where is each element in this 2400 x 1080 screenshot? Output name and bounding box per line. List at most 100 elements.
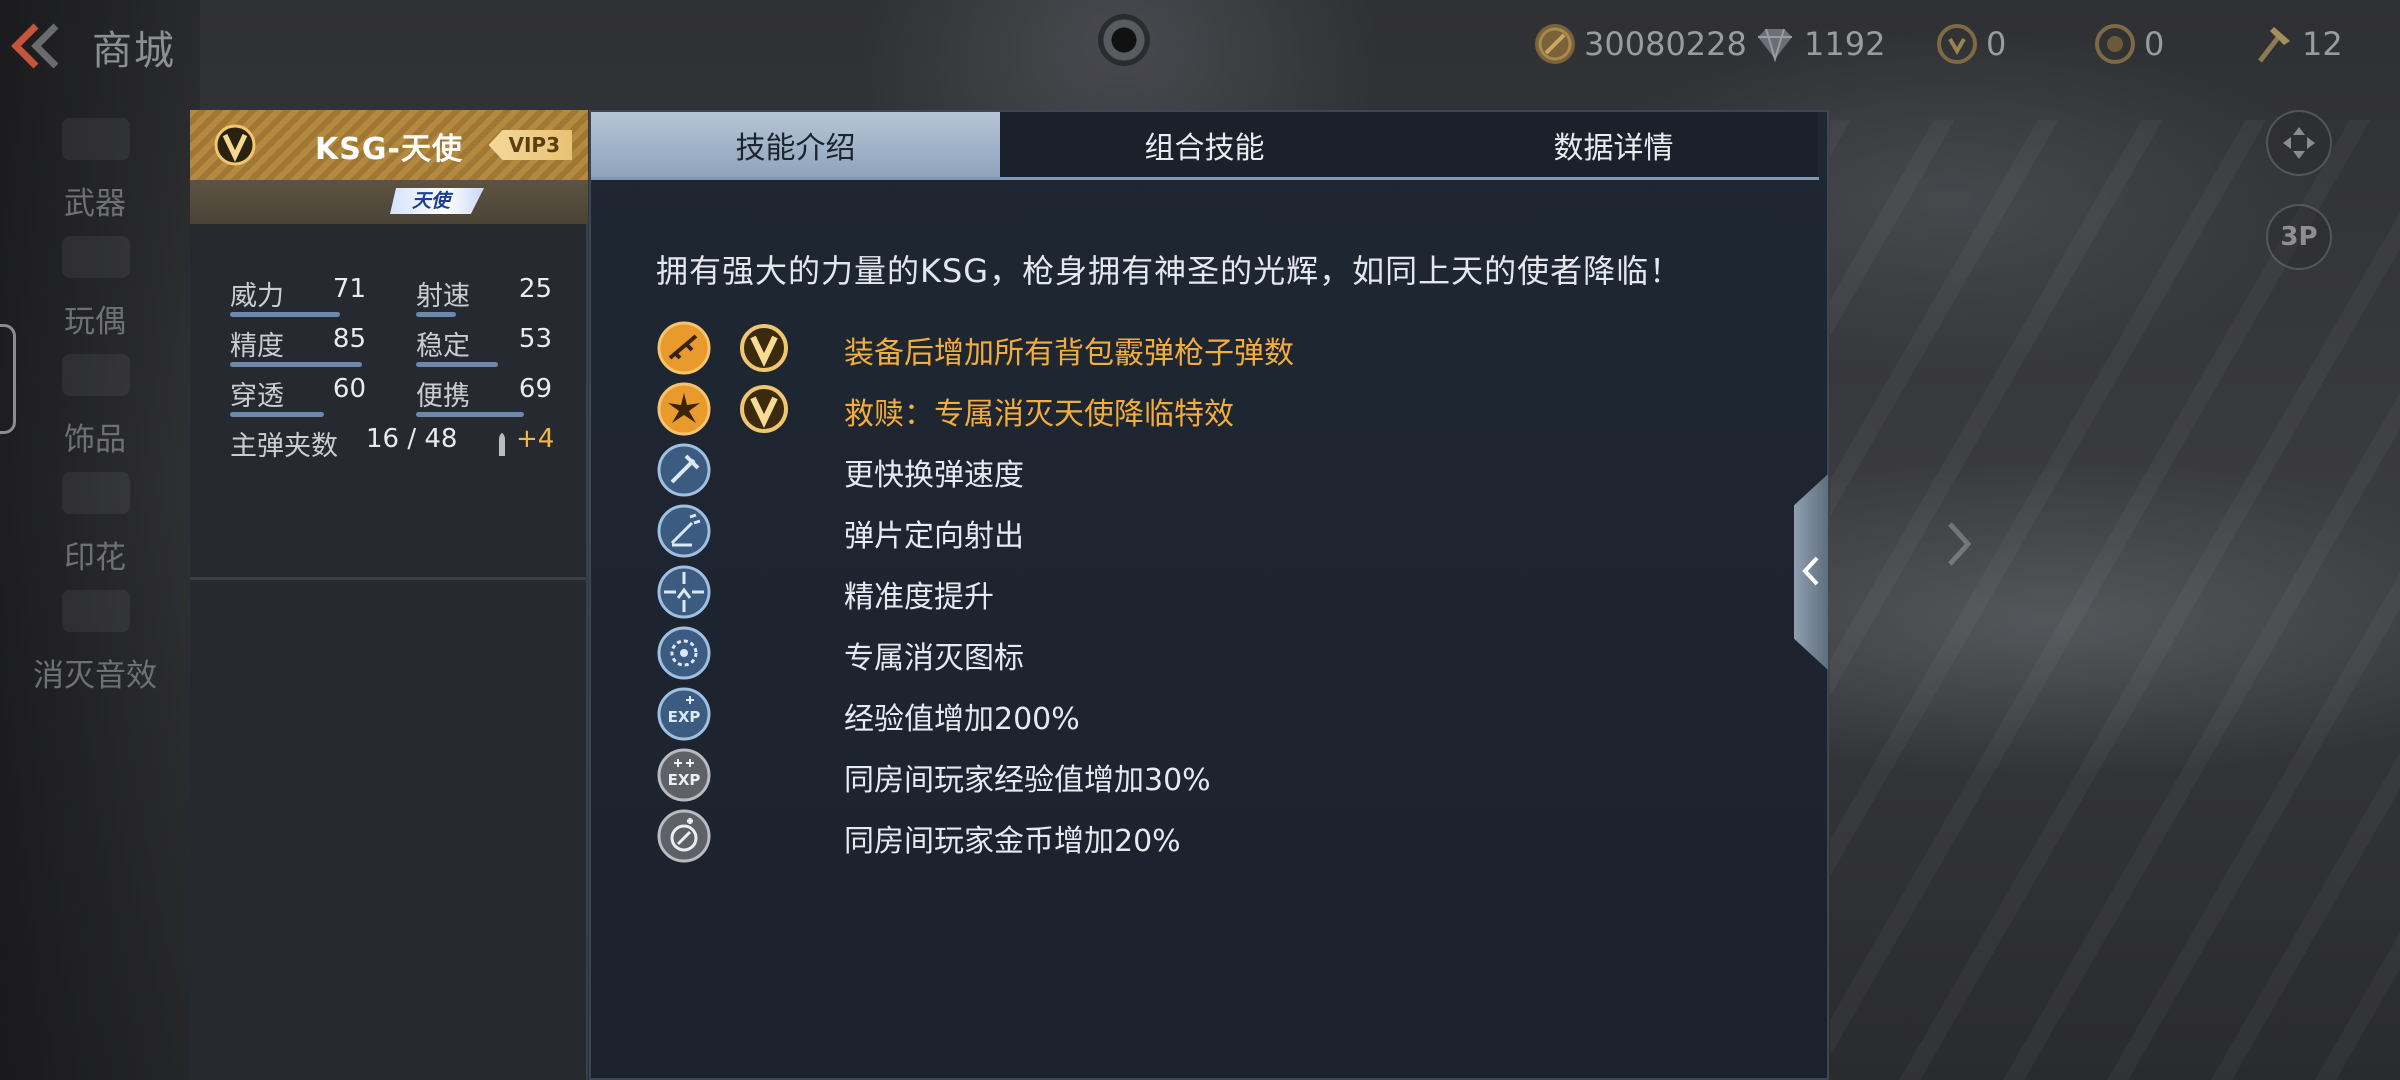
gun-icon xyxy=(62,118,130,160)
category-kill-sounds[interactable]: 消灭音效 xyxy=(0,582,190,694)
token-icon xyxy=(2095,24,2135,64)
medal-value: 0 xyxy=(1986,25,2007,63)
skill-row: 同房间玩家金币增加20% xyxy=(656,806,1756,866)
skill-text: 更快换弹速度 xyxy=(844,458,1024,493)
diamond-balance[interactable]: 1192 xyxy=(1752,20,1885,68)
category-selection-indicator xyxy=(0,324,16,434)
tab-skill-intro[interactable]: 技能介绍 xyxy=(591,112,1000,177)
weapon-card: KSG-天使 VIP3 天使 威力 71 射速 25 精度 85 稳定 53 穿… xyxy=(190,110,588,1080)
stat-value: 60 xyxy=(332,374,366,404)
stat-label: 便携 xyxy=(416,381,470,412)
stat-bar xyxy=(230,412,324,417)
skill-row: 精准度提升 xyxy=(656,562,1756,622)
skill-text: 弹片定向射出 xyxy=(844,519,1024,554)
move-arrows-icon xyxy=(2283,127,2315,159)
weapon-tag-bar: 天使 xyxy=(190,180,588,224)
stat-bar xyxy=(230,362,362,367)
stat-label: 威力 xyxy=(230,281,284,312)
weapon-description: 拥有强大的力量的KSG，枪身拥有神圣的光辉，如同上天的使者降临！ xyxy=(656,252,1683,290)
stat-accuracy: 精度 85 xyxy=(230,324,366,367)
token-balance[interactable]: 0 xyxy=(2092,20,2164,68)
chevron-left-icon xyxy=(1802,556,1819,586)
skill-row: EXP 同房间玩家经验值增加30% xyxy=(656,745,1756,805)
reload-skill-icon xyxy=(657,443,711,497)
hammer-icon xyxy=(2258,27,2290,63)
tab-data-details[interactable]: 数据详情 xyxy=(1409,112,1818,177)
skill-row: 装备后增加所有背包霰弹枪子弹数 xyxy=(656,318,1756,378)
bullet-icon xyxy=(499,433,505,456)
page-title: 商城 xyxy=(92,28,176,74)
vip-level-badge: VIP3 xyxy=(488,130,572,160)
medal-icon xyxy=(1937,24,1977,64)
token-value: 0 xyxy=(2144,25,2165,63)
stat-label: 射速 xyxy=(416,281,470,312)
weapon-stats: 威力 71 射速 25 精度 85 稳定 53 穿透 60 便携 69 主弹夹数… xyxy=(190,224,588,580)
stat-value: 53 xyxy=(518,324,552,354)
diamond-value: 1192 xyxy=(1804,25,1886,63)
svg-text:EXP: EXP xyxy=(668,771,701,789)
category-dolls[interactable]: 玩偶 xyxy=(0,228,190,340)
category-label: 武器 xyxy=(64,186,126,222)
medal-balance[interactable]: 0 xyxy=(1934,20,2006,68)
ammo-label: 主弹夹数 xyxy=(230,431,338,462)
stat-label: 稳定 xyxy=(416,331,470,362)
stat-label: 精度 xyxy=(230,331,284,362)
room-coin-skill-icon xyxy=(657,809,711,863)
skill-text: 同房间玩家经验值增加30% xyxy=(844,763,1211,798)
ammo-info: 主弹夹数 16 / 48 +4 xyxy=(230,424,570,462)
chevron-right-icon[interactable] xyxy=(1944,520,1974,568)
hammer-balance[interactable]: 12 xyxy=(2250,20,2343,68)
weapon-card-header: KSG-天使 VIP3 xyxy=(190,110,588,180)
skill-text: 同房间玩家金币增加20% xyxy=(844,824,1181,859)
kill-icon-skill-icon xyxy=(657,626,711,680)
category-accessories[interactable]: 饰品 xyxy=(0,346,190,458)
doll-icon xyxy=(62,236,130,278)
tab-combo-skills[interactable]: 组合技能 xyxy=(1000,112,1409,177)
svg-text:EXP: EXP xyxy=(668,708,701,726)
category-decals[interactable]: 印花 xyxy=(0,464,190,576)
rotate-view-button[interactable] xyxy=(2266,110,2332,176)
spread-skill-icon xyxy=(657,504,711,558)
stat-value: 71 xyxy=(332,274,366,304)
skill-row: 更快换弹速度 xyxy=(656,440,1756,500)
camera-notch xyxy=(1098,14,1150,66)
skill-text: 救赎：专属消灭天使降临特效 xyxy=(844,397,1234,432)
stat-bar xyxy=(416,412,524,417)
room-exp-skill-icon: EXP xyxy=(657,748,711,802)
category-label: 消灭音效 xyxy=(33,658,157,694)
third-person-label: 3P xyxy=(2280,222,2318,252)
coin-value: 30080228 xyxy=(1584,25,1747,63)
skill-row: 救赎：专属消灭天使降临特效 xyxy=(656,379,1756,439)
stat-value: 25 xyxy=(518,274,552,304)
skill-row: EXP 经验值增加200% xyxy=(656,684,1756,744)
tab-bar: 技能介绍 组合技能 数据详情 xyxy=(591,112,1819,180)
double-chevron-left-icon xyxy=(11,23,59,69)
skill-text: 经验值增加200% xyxy=(844,702,1080,737)
stat-penetration: 穿透 60 xyxy=(230,374,366,417)
category-label: 印花 xyxy=(64,540,126,576)
skill-text: 精准度提升 xyxy=(844,580,994,615)
v-badge-icon xyxy=(740,385,788,433)
panel-collapse-button[interactable] xyxy=(1794,474,1828,670)
coin-balance[interactable]: 30080228 xyxy=(1532,20,1747,68)
stat-stability: 稳定 53 xyxy=(416,324,552,367)
v-badge-icon xyxy=(740,324,788,372)
skill-panel: 技能介绍 组合技能 数据详情 拥有强大的力量的KSG，枪身拥有神圣的光辉，如同上… xyxy=(589,110,1829,1080)
skill-text: 专属消灭图标 xyxy=(844,641,1024,676)
skill-row: 弹片定向射出 xyxy=(656,501,1756,561)
category-label: 饰品 xyxy=(64,422,126,458)
category-label: 玩偶 xyxy=(64,304,126,340)
category-weapons[interactable]: 武器 xyxy=(0,110,190,222)
stat-bar xyxy=(416,312,456,317)
accessory-icon xyxy=(62,354,130,396)
stat-fire-rate: 射速 25 xyxy=(416,274,552,317)
stat-portability: 便携 69 xyxy=(416,374,552,417)
back-button[interactable] xyxy=(6,18,66,74)
burst-skill-icon xyxy=(657,382,711,436)
third-person-view-button[interactable]: 3P xyxy=(2266,204,2332,270)
sound-icon xyxy=(62,590,130,632)
ammo-value: 16 / 48 xyxy=(366,424,458,454)
stat-power: 威力 71 xyxy=(230,274,366,317)
skill-text: 装备后增加所有背包霰弹枪子弹数 xyxy=(844,336,1294,371)
top-bar: 商城 30080228 1192 0 0 12 xyxy=(0,0,2400,90)
